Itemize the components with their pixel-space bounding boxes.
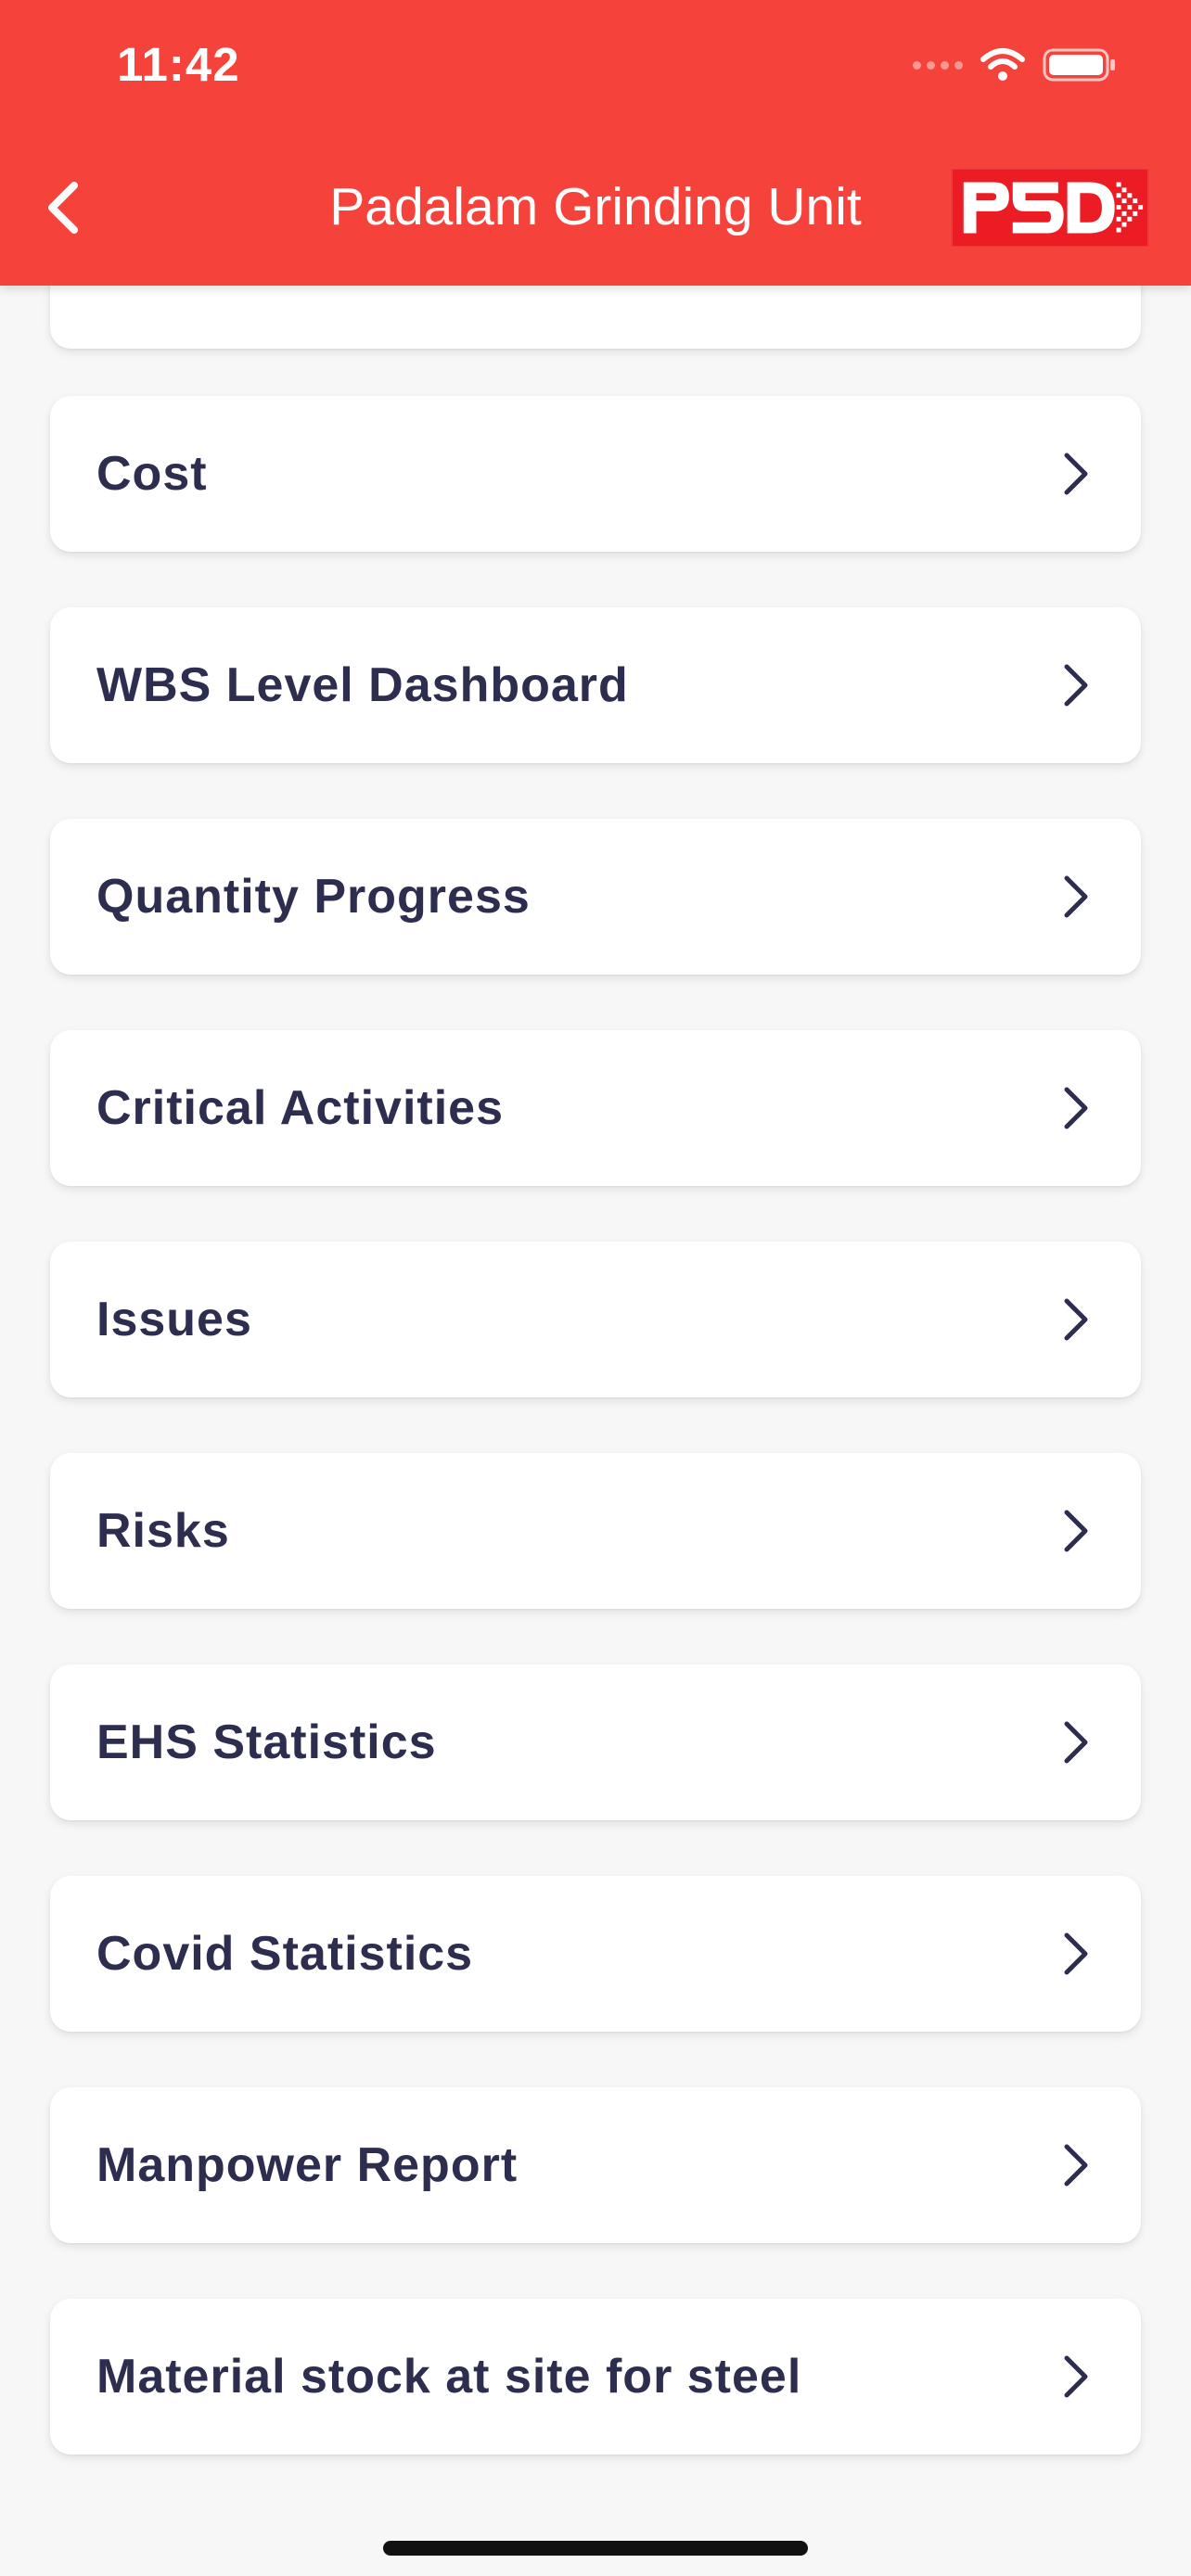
status-icons [913,45,1117,85]
nav-header: 11:42 Padalam Grinding Unit [0,0,1191,286]
home-indicator[interactable] [383,2541,808,2556]
menu-item-cost[interactable]: Cost [50,396,1141,552]
menu-item-critical-activities[interactable]: Critical Activities [50,1030,1141,1186]
status-time: 11:42 [117,38,240,91]
menu-item-wbs-level-dashboard[interactable]: WBS Level Dashboard [50,607,1141,763]
chevron-right-icon [1064,1932,1088,1975]
psd-logo [951,169,1149,247]
chevron-right-icon [1064,1298,1088,1341]
menu-item-label: Issues [96,1293,252,1346]
menu-item-label: WBS Level Dashboard [96,658,629,712]
menu-item-label: Critical Activities [96,1081,505,1135]
menu-item-ehs-statistics[interactable]: EHS Statistics [50,1664,1141,1820]
menu-item-label: Material stock at site for steel [96,2350,802,2404]
menu-item-label: EHS Statistics [96,1715,437,1769]
menu-item-label: Covid Statistics [96,1927,474,1981]
list-item-partial[interactable] [50,286,1141,349]
menu-item-label: Manpower Report [96,2138,519,2192]
battery-icon [1043,48,1115,82]
chevron-right-icon [1064,453,1088,495]
menu-item-risks[interactable]: Risks [50,1453,1141,1609]
chevron-right-icon [1064,2144,1088,2187]
chevron-right-icon [1064,2355,1088,2398]
chevron-right-icon [1064,1510,1088,1552]
menu-item-manpower-report[interactable]: Manpower Report [50,2087,1141,2243]
menu-item-label: Cost [96,447,208,501]
chevron-right-icon [1064,875,1088,918]
wifi-icon [980,48,1025,81]
chevron-right-icon [1064,1087,1088,1129]
menu-item-label: Risks [96,1504,230,1558]
menu-item-quantity-progress[interactable]: Quantity Progress [50,819,1141,975]
chevron-right-icon [1064,1721,1088,1764]
menu-item-material-stock-steel[interactable]: Material stock at site for steel [50,2299,1141,2455]
menu-item-issues[interactable]: Issues [50,1242,1141,1397]
menu-item-label: Quantity Progress [96,870,531,924]
logo-mark [953,169,1147,247]
menu-list[interactable]: Cost WBS Level Dashboard Quantity Progre… [0,286,1191,2576]
signal-icon [913,60,963,70]
menu-item-covid-statistics[interactable]: Covid Statistics [50,1876,1141,2032]
chevron-right-icon [1064,664,1088,707]
